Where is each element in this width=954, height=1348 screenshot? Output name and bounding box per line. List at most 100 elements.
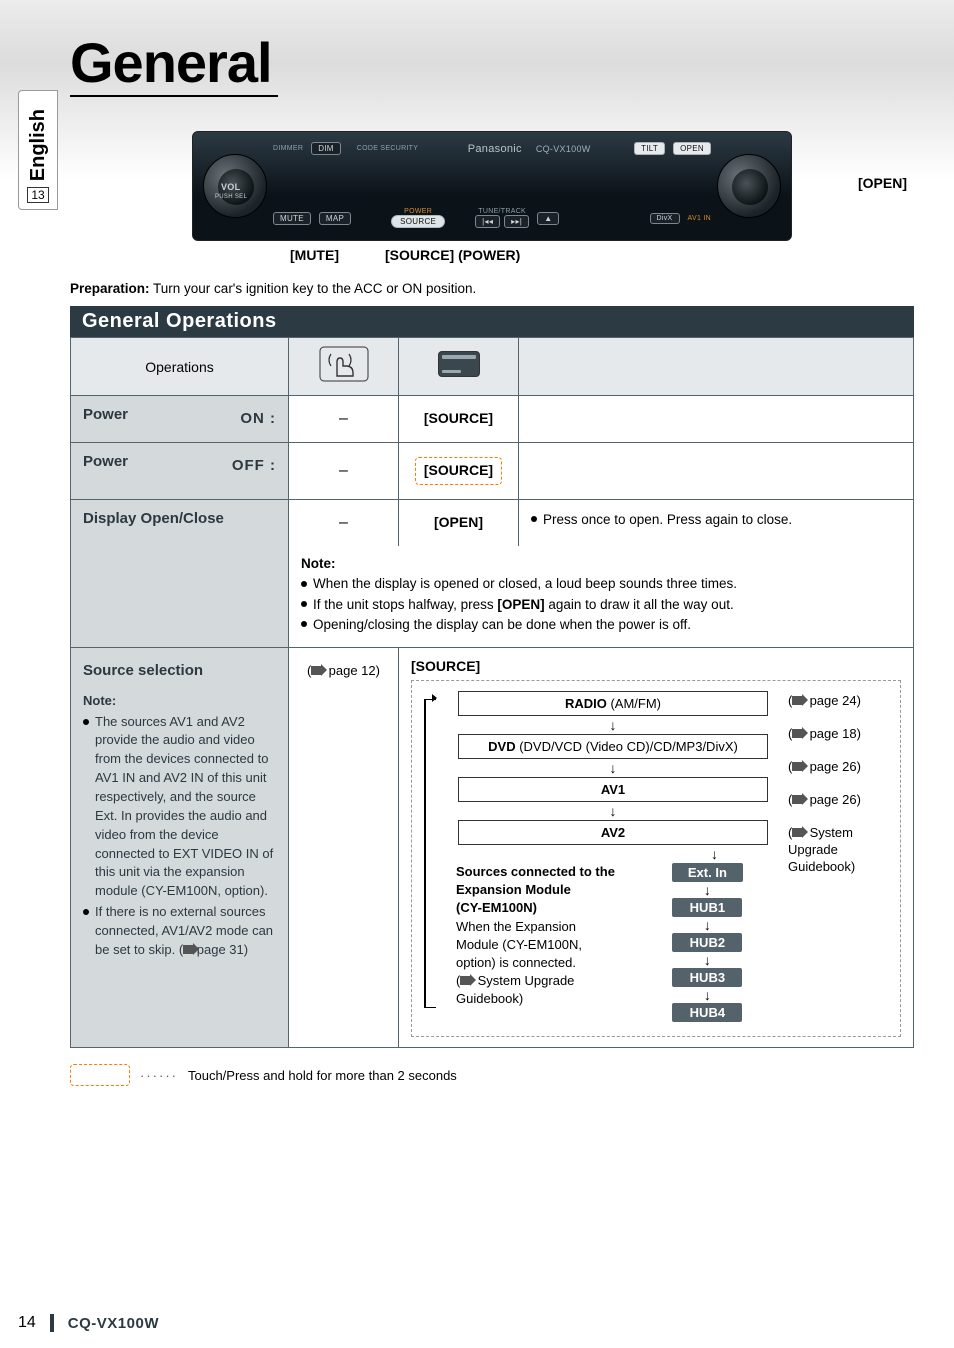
source-hand: ( page 12): [289, 648, 399, 1048]
legend: ······ Touch/Press and hold for more tha…: [70, 1064, 914, 1086]
arrow-icon: [792, 696, 802, 705]
flow-hub4: HUB4: [672, 1003, 742, 1022]
header-remote-icon-cell: [399, 338, 519, 396]
source-note-1: The sources AV1 and AV2 provide the audi…: [95, 713, 276, 901]
display-note-2a: If the unit stops halfway, press: [313, 597, 497, 612]
display-remote: [OPEN]: [399, 500, 519, 547]
power-on-desc: [519, 396, 914, 443]
arrow-down-icon: ↓: [704, 952, 711, 968]
page-ref-dvd-text: page 18): [810, 726, 861, 741]
display-label-cell: Display Open/Close: [71, 500, 289, 648]
hand-touch-icon: [319, 346, 369, 382]
flow-av1: AV1: [458, 777, 768, 802]
divx-label: DivX: [650, 213, 680, 224]
operations-table: Operations Power ON : – [SOURCE]: [70, 337, 914, 1048]
flow-dvd-t: (DVD/VCD (Video CD)/CD/MP3/DivX): [516, 739, 738, 754]
row-power-on: Power ON : – [SOURCE]: [71, 396, 914, 443]
loop-indicator: [424, 691, 438, 1022]
tilt-button: TILT: [634, 142, 665, 155]
language-page-index: 13: [27, 187, 48, 203]
arrow-down-icon: ↓: [704, 882, 711, 898]
callout-open: [OPEN]: [858, 175, 907, 191]
arrow-down-icon: ↓: [711, 847, 718, 861]
bullet-icon: [83, 719, 89, 725]
right-knob: [717, 154, 781, 218]
power-off-label-cell: Power OFF :: [71, 443, 289, 500]
section-title: General Operations: [70, 306, 914, 337]
display-label: Display Open/Close: [83, 510, 224, 527]
prev-track-button: |◂◂: [475, 215, 500, 228]
preparation-label: Preparation:: [70, 281, 150, 296]
knob-vol-label: VOL: [221, 182, 240, 192]
flow-hub1: HUB1: [672, 898, 742, 917]
note-label: Note:: [301, 554, 901, 574]
page-ref-av2-text: page 26): [810, 792, 861, 807]
arrow-icon: [792, 795, 802, 804]
source-right-cell: [SOURCE] RADIO (AM/FM) ↓ DVD (DVD/VCD (V…: [399, 648, 914, 1048]
next-track-button: ▸▸|: [504, 215, 529, 228]
page-number: 14: [18, 1314, 36, 1332]
arrow-icon: [311, 666, 321, 675]
arrow-icon: [792, 729, 802, 738]
arrow-icon: [183, 945, 193, 954]
expansion-title-1: Sources connected to the Expansion Modul…: [456, 864, 615, 897]
table-header-row: Operations: [71, 338, 914, 396]
brand-label: Panasonic: [468, 143, 522, 155]
power-off-state: OFF :: [232, 457, 276, 474]
chapter-title: General: [70, 30, 278, 97]
flow-ext-in: Ext. In: [672, 863, 743, 882]
model-label: CQ-VX100W: [536, 144, 591, 154]
code-security-label: CODE SECURITY: [357, 145, 418, 152]
flow-hub2: HUB2: [672, 933, 742, 952]
power-on-label-cell: Power ON :: [71, 396, 289, 443]
power-off-hand: –: [289, 443, 399, 500]
power-off-desc: [519, 443, 914, 500]
arrow-down-icon: ↓: [610, 761, 617, 775]
power-off-remote-btn: [SOURCE]: [424, 462, 493, 478]
power-on-remote: [SOURCE]: [399, 396, 519, 443]
bullet-icon: [83, 909, 89, 915]
av1-in-label: AV1 IN: [688, 215, 711, 222]
tune-track-label: TUNE/TRACK: [478, 208, 526, 215]
page-ref-radio-text: page 24): [810, 693, 861, 708]
callout-source-power: [SOURCE] (POWER): [385, 247, 520, 263]
bullet-icon: [301, 621, 307, 627]
device-diagram-area: [VOL] [TILT] [OPEN] VOL PUSH SEL DIMMER …: [70, 103, 914, 263]
hold-indicator: [SOURCE]: [415, 457, 502, 485]
expansion-desc: When the Expansion Module (CY-EM100N, op…: [456, 919, 582, 970]
power-off-label: Power: [83, 453, 128, 470]
row-power-off: Power OFF : – [SOURCE]: [71, 443, 914, 500]
map-button: MAP: [319, 212, 351, 225]
page-ref-radio: ( page 24): [788, 693, 888, 708]
page-ref-av1: ( page 26): [788, 759, 888, 774]
source-remote-btn: [SOURCE]: [411, 658, 901, 674]
header-desc-cell: [519, 338, 914, 396]
flow-radio-t: (AM/FM): [607, 696, 661, 711]
source-title: Source selection: [83, 660, 276, 682]
source-left-cell: Source selection Note: The sources AV1 a…: [71, 648, 289, 1048]
page-ref-av1-text: page 26): [810, 759, 861, 774]
arrow-down-icon: ↓: [610, 804, 617, 818]
dimmer-label: DIMMER: [273, 145, 303, 152]
power-on-state: ON :: [240, 410, 276, 427]
page-ref-av2: ( page 26): [788, 792, 888, 807]
device-top-row: DIMMER DIM CODE SECURITY Panasonic CQ-VX…: [273, 142, 711, 155]
row-source-selection: Source selection Note: The sources AV1 a…: [71, 648, 914, 1048]
row-display-open-close: Display Open/Close – [OPEN] Press once t…: [71, 500, 914, 547]
preparation-text: Turn your car's ignition key to the ACC …: [150, 281, 477, 296]
source-flow-diagram: RADIO (AM/FM) ↓ DVD (DVD/VCD (Video CD)/…: [411, 680, 901, 1037]
power-on-hand: –: [289, 396, 399, 443]
page-ref: ( page 12): [307, 663, 380, 678]
page-ref: [183, 942, 193, 957]
mute-button: MUTE: [273, 212, 311, 225]
power-off-remote: [SOURCE]: [399, 443, 519, 500]
system-upgrade-ref: ( System Upgrade Guidebook): [788, 825, 888, 876]
footer-model: CQ-VX100W: [68, 1315, 159, 1332]
expansion-block: Sources connected to the Expansion Modul…: [448, 863, 778, 1022]
eject-button: ▲: [537, 212, 559, 225]
page-footer: 14 CQ-VX100W: [18, 1314, 159, 1332]
arrow-down-icon: ↓: [704, 987, 711, 1003]
arrow-icon: [792, 762, 802, 771]
open-button: OPEN: [673, 142, 711, 155]
arrow-icon: [460, 976, 470, 985]
